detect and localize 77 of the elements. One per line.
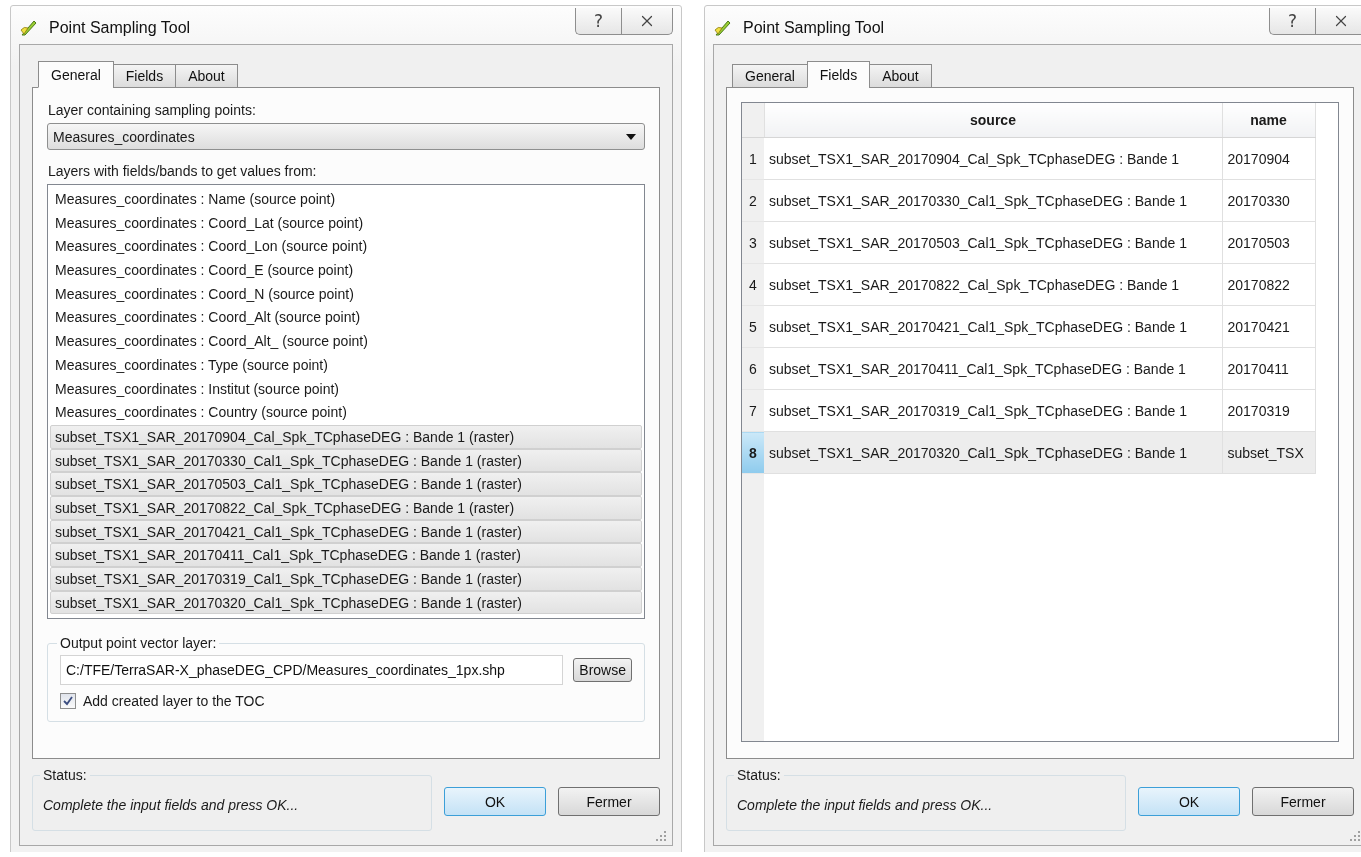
table-cell: subset_TSX1_SAR_20170319_Cal1_Spk_TCphaseDEG : Bande 1 — [764, 389, 1222, 432]
status-message: Complete the input fields and press OK... — [737, 797, 994, 813]
row-header[interactable]: 1 — [742, 137, 764, 180]
table-cell: 20170503 — [1222, 221, 1315, 264]
table-cell: subset_TSX1_SAR_20170411_Cal1_Spk_TCphaseDEG : Bande 1 — [764, 347, 1222, 390]
ok-button[interactable]: OK — [444, 787, 546, 816]
column-header[interactable]: source — [764, 103, 1222, 138]
list-item[interactable]: subset_TSX1_SAR_20170330_Cal1_Spk_TCphaseDEG : Bande 1 (raster) — [50, 448, 642, 473]
list-item[interactable]: subset_TSX1_SAR_20170411_Cal1_Spk_TCphaseDEG : Bande 1 (raster) — [50, 543, 642, 567]
ok-button[interactable]: OK — [1138, 787, 1240, 816]
field-label: Layers with fields/bands to get values from: — [48, 163, 318, 179]
field-label: Layer containing sampling points: — [48, 102, 257, 118]
list-item[interactable]: Measures_coordinates : Coord_Alt_ (source point) — [50, 330, 642, 354]
table-cell: 20170421 — [1222, 305, 1315, 348]
help-button[interactable]: ? — [1269, 8, 1315, 35]
table-cell: 20170319 — [1222, 389, 1315, 432]
list-item[interactable]: subset_TSX1_SAR_20170503_Cal1_Spk_TCphaseDEG : Bande 1 (raster) — [50, 472, 642, 496]
row-header[interactable]: 8 — [742, 431, 764, 474]
app-icon — [19, 18, 39, 38]
browse-button[interactable]: Browse — [573, 658, 632, 682]
row-header[interactable]: 2 — [742, 179, 764, 222]
table-cell: subset_TSX — [1222, 431, 1315, 474]
list-item[interactable]: subset_TSX1_SAR_20170319_Cal1_Spk_TCphaseDEG : Bande 1 (raster) — [50, 567, 642, 591]
group-legend: Output point vector layer: — [57, 635, 220, 651]
list-item[interactable]: Measures_coordinates : Institut (source point) — [50, 377, 642, 402]
app-icon — [713, 18, 733, 38]
status-message: Complete the input fields and press OK... — [43, 797, 300, 813]
row-header[interactable]: 5 — [742, 305, 764, 348]
row-header[interactable]: 6 — [742, 347, 764, 390]
list-item[interactable]: Measures_coordinates : Coord_E (source point) — [50, 259, 642, 283]
table-cell: subset_TSX1_SAR_20170503_Cal1_Spk_TCphaseDEG : Bande 1 — [764, 221, 1222, 264]
resize-grip-icon[interactable] — [1350, 831, 1360, 841]
help-button[interactable]: ? — [575, 8, 621, 35]
row-header[interactable]: 7 — [742, 389, 764, 432]
list-item[interactable]: subset_TSX1_SAR_20170822_Cal_Spk_TCphaseDEG : Bande 1 (raster) — [50, 495, 642, 520]
close-button[interactable] — [621, 8, 673, 35]
table-cell: subset_TSX1_SAR_20170320_Cal1_Spk_TCphaseDEG : Bande 1 — [764, 431, 1222, 474]
resize-grip-icon[interactable] — [656, 831, 666, 841]
checkbox[interactable] — [60, 693, 76, 709]
window-title: Point Sampling Tool — [743, 19, 885, 37]
tab[interactable]: Fields — [806, 61, 871, 88]
list-item[interactable]: Measures_coordinates : Coord_N (source point) — [50, 282, 642, 307]
table-cell: subset_TSX1_SAR_20170330_Cal1_Spk_TCphaseDEG : Bande 1 — [764, 179, 1222, 222]
output-path-field[interactable]: C:/TFE/TerraSAR-X_phaseDEG_CPD/Measures_coordinates_1px.shp — [60, 655, 564, 685]
table-cell: subset_TSX1_SAR_20170421_Cal1_Spk_TCphaseDEG : Bande 1 — [764, 305, 1222, 348]
close-dialog-button[interactable]: Fermer — [1252, 787, 1354, 816]
table-cell: subset_TSX1_SAR_20170904_Cal_Spk_TCphaseDEG : Bande 1 — [764, 137, 1222, 180]
row-header[interactable]: 4 — [742, 263, 764, 306]
tab[interactable]: About — [175, 64, 238, 88]
table-cell: subset_TSX1_SAR_20170822_Cal_Spk_TCphaseDEG : Bande 1 — [764, 263, 1222, 306]
checkbox-label: Add created layer to the TOC — [83, 693, 265, 709]
close-button[interactable] — [1315, 8, 1361, 35]
status-legend: Status: — [734, 767, 784, 783]
caret-icon — [626, 133, 636, 140]
tab[interactable]: General — [732, 64, 808, 88]
table-cell: 20170904 — [1222, 137, 1315, 180]
row-header[interactable]: 3 — [742, 221, 764, 264]
list-item[interactable]: subset_TSX1_SAR_20170320_Cal1_Spk_TCphaseDEG : Bande 1 (raster) — [50, 590, 642, 615]
list-item[interactable]: subset_TSX1_SAR_20170421_Cal1_Spk_TCphaseDEG : Bande 1 (raster) — [50, 519, 642, 544]
window-title: Point Sampling Tool — [49, 19, 191, 37]
table-cell: 20170330 — [1222, 179, 1315, 222]
list-item[interactable]: Measures_coordinates : Name (source point) — [50, 188, 642, 212]
list-item[interactable]: Measures_coordinates : Type (source point) — [50, 353, 642, 378]
list-item[interactable]: Measures_coordinates : Coord_Lat (source point) — [50, 211, 642, 236]
close-dialog-button[interactable]: Fermer — [558, 787, 660, 816]
tab[interactable]: Fields — [112, 64, 177, 88]
tab[interactable]: About — [869, 64, 932, 88]
list-item[interactable]: Measures_coordinates : Coord_Lon (source point) — [50, 235, 642, 260]
list-item[interactable]: Measures_coordinates : Country (source point) — [50, 401, 642, 425]
column-header[interactable]: name — [1222, 103, 1315, 138]
layer-dropdown[interactable]: Measures_coordinates — [47, 123, 645, 150]
table-cell: 20170411 — [1222, 347, 1315, 390]
list-item[interactable]: subset_TSX1_SAR_20170904_Cal_Spk_TCphaseDEG : Bande 1 (raster) — [50, 424, 642, 449]
table-cell: 20170822 — [1222, 263, 1315, 306]
tab[interactable]: General — [38, 61, 114, 88]
list-item[interactable]: Measures_coordinates : Coord_Alt (source point) — [50, 306, 642, 331]
status-legend: Status: — [40, 767, 90, 783]
